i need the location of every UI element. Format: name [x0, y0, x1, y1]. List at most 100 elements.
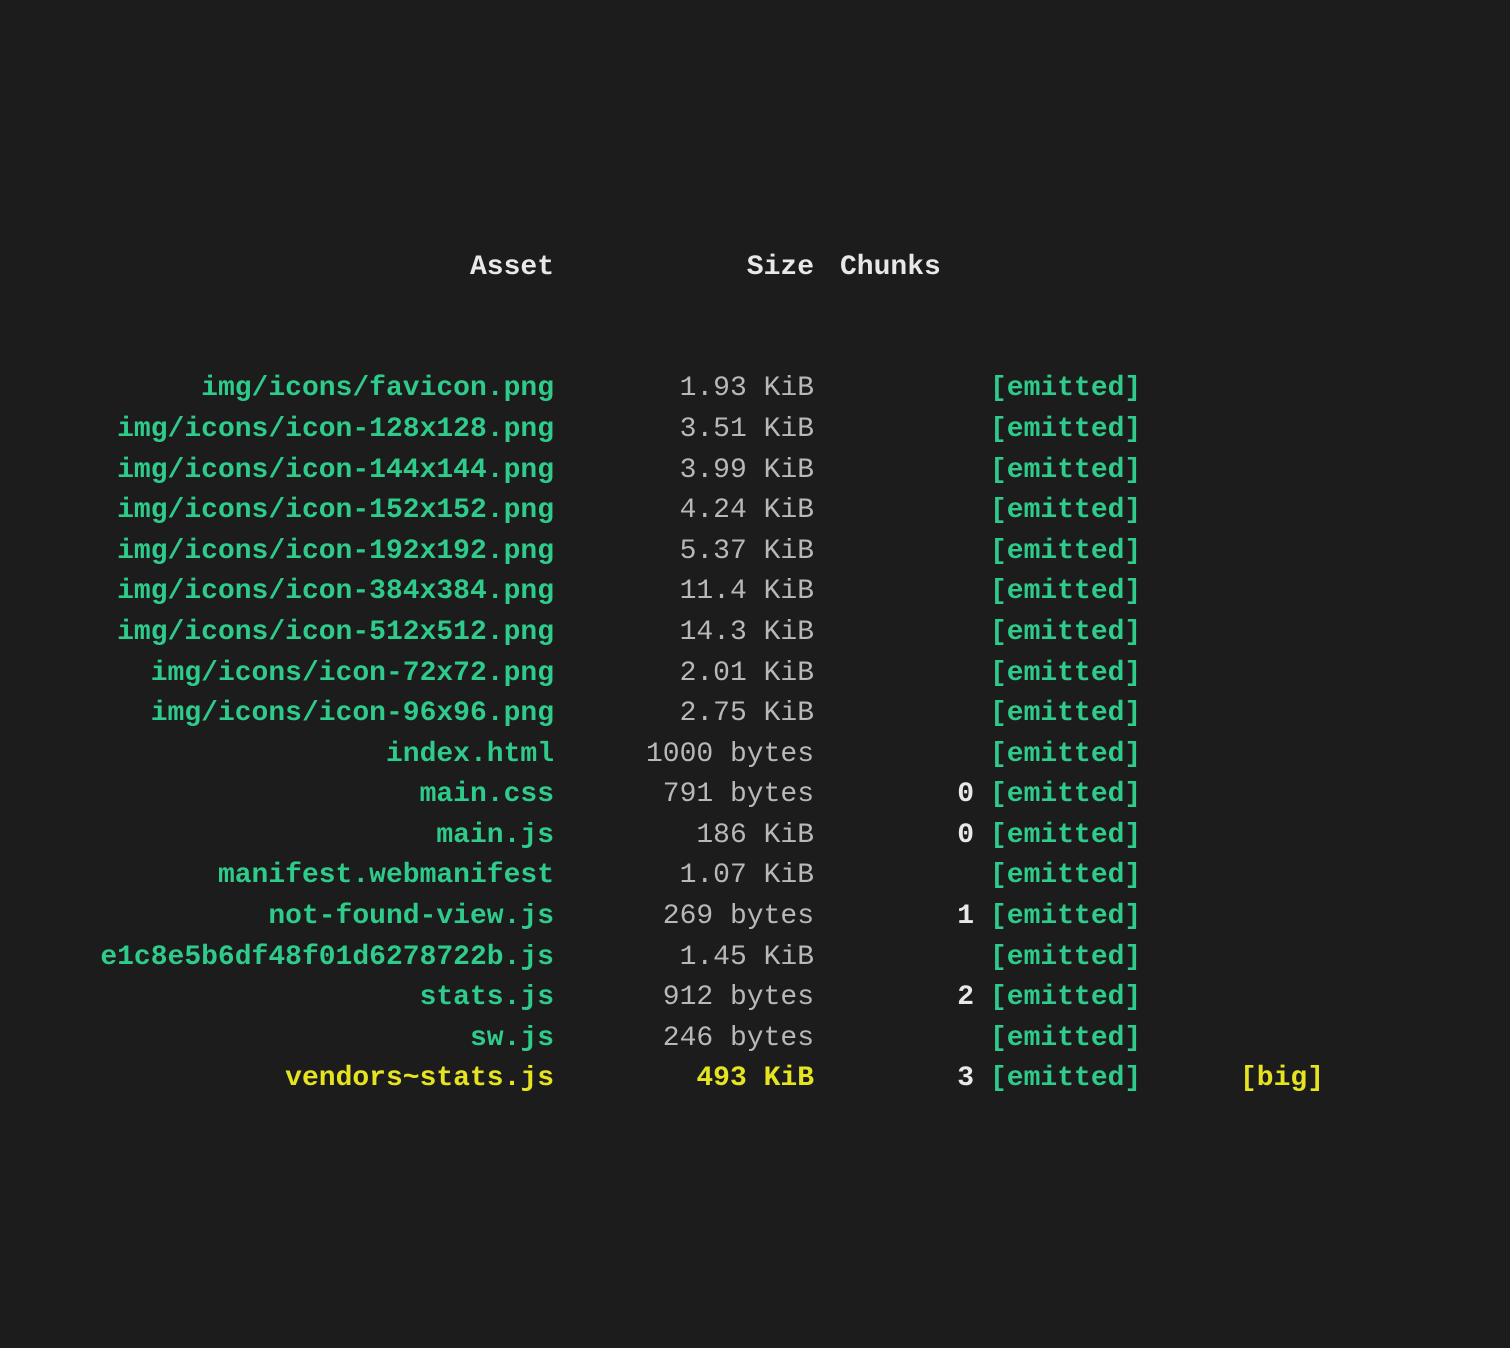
asset-status: [emitted]: [990, 694, 1220, 735]
asset-name: stats.js: [0, 978, 570, 1019]
table-row: img/icons/icon-192x192.png5.37 KiB[emitt…: [0, 532, 1510, 573]
table-row: manifest.webmanifest1.07 KiB [emitted]: [0, 856, 1510, 897]
header-chunks: Chunks: [830, 248, 990, 289]
table-row: img/icons/icon-144x144.png3.99 KiB [emitt…: [0, 451, 1510, 492]
asset-status: [emitted]: [990, 613, 1220, 654]
asset-size: 912 bytes: [570, 978, 830, 1019]
table-row: stats.js912 bytes2[emitted]: [0, 978, 1510, 1019]
asset-name: img/icons/icon-152x152.png: [0, 491, 570, 532]
asset-flag: [1220, 532, 1240, 573]
asset-name: img/icons/icon-72x72.png: [0, 654, 570, 695]
table-header-row: Asset Size Chunks: [0, 248, 1510, 289]
asset-chunks: [830, 1019, 990, 1060]
asset-chunks: 2: [830, 978, 990, 1019]
asset-flag: [1220, 694, 1240, 735]
asset-size: 493 KiB: [570, 1059, 830, 1100]
table-row: img/icons/icon-128x128.png3.51 KiB [emitt…: [0, 410, 1510, 451]
asset-status: [emitted]: [990, 775, 1220, 816]
asset-chunks: [830, 938, 990, 979]
table-row: vendors~stats.js493 KiB3[emitted][big]: [0, 1059, 1510, 1100]
asset-name: img/icons/icon-384x384.png: [0, 572, 570, 613]
asset-size: 186 KiB: [570, 816, 830, 857]
asset-status: [emitted]: [990, 410, 1220, 451]
asset-name: main.js: [0, 816, 570, 857]
asset-chunks: [830, 532, 990, 573]
asset-size: 246 bytes: [570, 1019, 830, 1060]
asset-status: [emitted]: [990, 654, 1220, 695]
asset-name: img/icons/icon-512x512.png: [0, 613, 570, 654]
table-row: img/icons/icon-384x384.png11.4 KiB [emitt…: [0, 572, 1510, 613]
asset-chunks: [830, 369, 990, 410]
asset-status: [emitted]: [990, 369, 1220, 410]
asset-flag: [1220, 816, 1240, 857]
asset-chunks: [830, 572, 990, 613]
asset-chunks: [830, 694, 990, 735]
asset-size: 1.93 KiB: [570, 369, 830, 410]
asset-chunks: [830, 410, 990, 451]
asset-status: [emitted]: [990, 938, 1220, 979]
asset-name: img/icons/icon-192x192.png: [0, 532, 570, 573]
asset-status: [emitted]: [990, 451, 1220, 492]
asset-chunks: [830, 613, 990, 654]
table-row: main.js186 KiB0[emitted]: [0, 816, 1510, 857]
asset-status: [emitted]: [990, 1059, 1220, 1100]
asset-name: img/icons/icon-144x144.png: [0, 451, 570, 492]
header-asset: Asset: [0, 248, 570, 289]
asset-chunks: 0: [830, 816, 990, 857]
asset-chunks: [830, 451, 990, 492]
table-row: index.html1000 bytes [emitted]: [0, 735, 1510, 776]
asset-name: img/icons/icon-128x128.png: [0, 410, 570, 451]
table-row: img/icons/icon-152x152.png4.24 KiB [emitt…: [0, 491, 1510, 532]
asset-flag: [1220, 938, 1240, 979]
asset-flag: [1220, 451, 1240, 492]
asset-name: vendors~stats.js: [0, 1059, 570, 1100]
asset-flag: [big]: [1220, 1059, 1324, 1100]
asset-flag: [1220, 491, 1240, 532]
asset-status: [emitted]: [990, 572, 1220, 613]
asset-flag: [1220, 978, 1240, 1019]
asset-size: 3.99 KiB: [570, 451, 830, 492]
asset-name: manifest.webmanifest: [0, 856, 570, 897]
table-row: img/icons/icon-96x96.png2.75 KiB[emitted…: [0, 694, 1510, 735]
asset-chunks: 0: [830, 775, 990, 816]
asset-flag: [1220, 572, 1240, 613]
asset-size: 2.75 KiB: [570, 694, 830, 735]
table-row: sw.js246 bytes[emitted]: [0, 1019, 1510, 1060]
asset-flag: [1220, 1019, 1240, 1060]
asset-flag: [1220, 735, 1240, 776]
asset-size: 4.24 KiB: [570, 491, 830, 532]
asset-flag: [1220, 775, 1240, 816]
asset-name: sw.js: [0, 1019, 570, 1060]
asset-status: [emitted]: [990, 532, 1220, 573]
asset-size: 14.3 KiB: [570, 613, 830, 654]
asset-status: [emitted]: [990, 735, 1220, 776]
asset-flag: [1220, 369, 1240, 410]
asset-size: 11.4 KiB: [570, 572, 830, 613]
header-status: [990, 248, 1220, 289]
asset-status: [emitted]: [990, 816, 1220, 857]
asset-size: 791 bytes: [570, 775, 830, 816]
table-row: e1c8e5b6df48f01d6278722b.js1.45 KiB[emit…: [0, 938, 1510, 979]
asset-status: [emitted]: [990, 491, 1220, 532]
header-size: Size: [570, 248, 830, 289]
asset-size: 1000 bytes: [570, 735, 830, 776]
table-row: img/icons/favicon.png1.93 KiB [emitted]: [0, 369, 1510, 410]
asset-flag: [1220, 654, 1240, 695]
asset-chunks: [830, 735, 990, 776]
asset-size: 1.07 KiB: [570, 856, 830, 897]
asset-flag: [1220, 856, 1240, 897]
asset-name: e1c8e5b6df48f01d6278722b.js: [0, 938, 570, 979]
asset-flag: [1220, 613, 1240, 654]
asset-status: [emitted]: [990, 978, 1220, 1019]
asset-chunks: [830, 491, 990, 532]
asset-chunks: [830, 654, 990, 695]
asset-size: 2.01 KiB: [570, 654, 830, 695]
asset-chunks: 3: [830, 1059, 990, 1100]
asset-size: 3.51 KiB: [570, 410, 830, 451]
table-row: img/icons/icon-512x512.png14.3 KiB [emitt…: [0, 613, 1510, 654]
asset-name: index.html: [0, 735, 570, 776]
table-row: img/icons/icon-72x72.png2.01 KiB [emitted…: [0, 654, 1510, 695]
asset-name: img/icons/favicon.png: [0, 369, 570, 410]
asset-status: [emitted]: [990, 856, 1220, 897]
asset-name: main.css: [0, 775, 570, 816]
